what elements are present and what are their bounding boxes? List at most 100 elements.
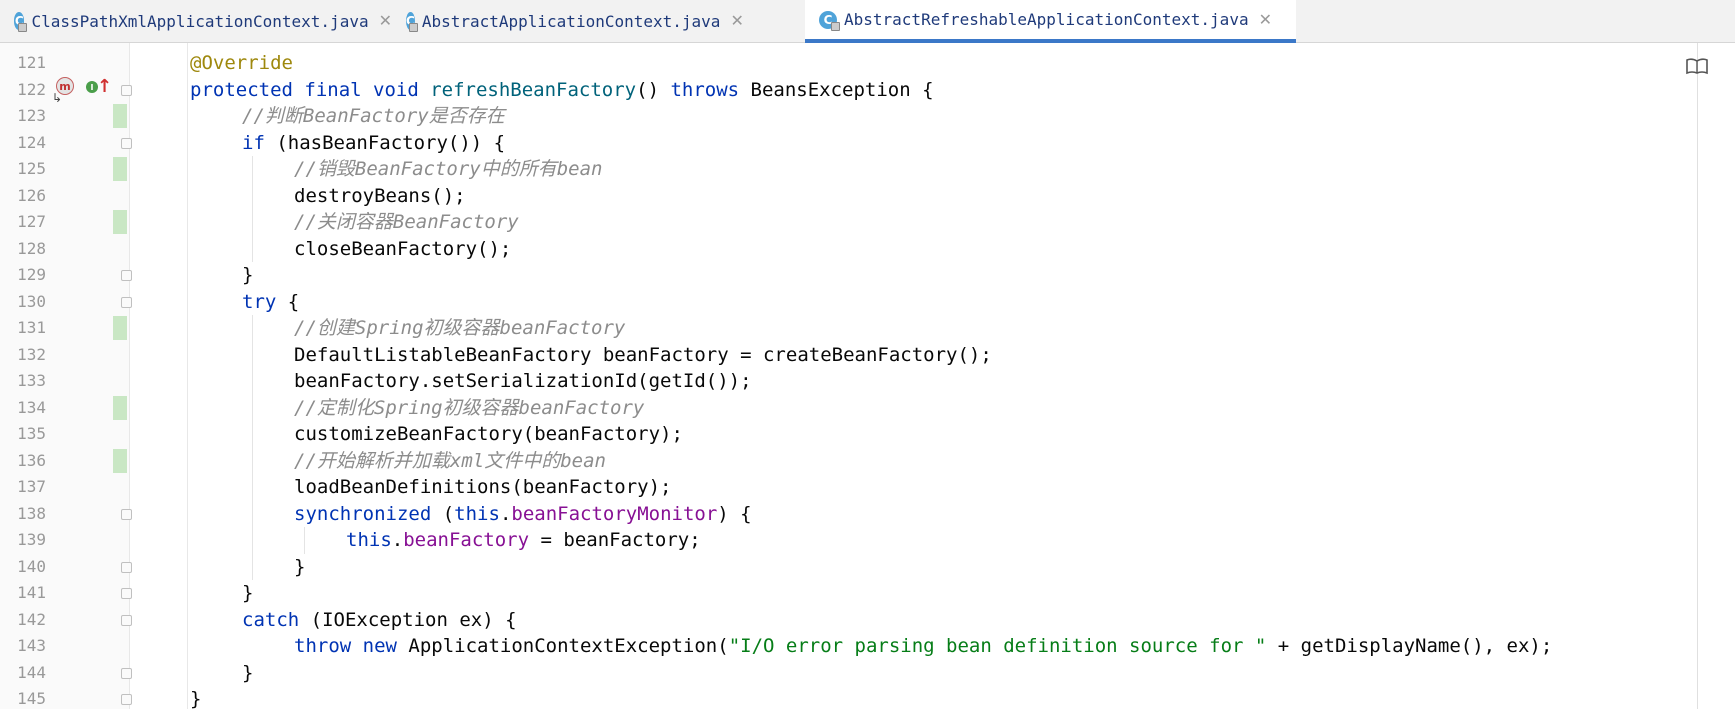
code-line[interactable]: synchronized (this.beanFactoryMonitor) { [294, 501, 752, 527]
line-number: 127 [17, 212, 46, 231]
code-line[interactable]: throw new ApplicationContextException("I… [294, 633, 1552, 659]
code-token: this [346, 529, 392, 551]
code-token: () [636, 78, 671, 101]
tab-label: AbstractApplicationContext.java [421, 11, 721, 31]
code-token: customizeBeanFactory(beanFactory); [294, 423, 683, 445]
code-token: "I/O error parsing bean definition sourc… [728, 635, 1267, 657]
fold-icon[interactable] [121, 667, 132, 679]
tab-classpathxmlapplicationcontext[interactable]: C ClassPathXmlApplicationContext.java ✕ [0, 0, 392, 42]
code-token: loadBeanDefinitions(beanFactory); [294, 476, 672, 498]
vcs-modified-marker[interactable] [113, 104, 127, 128]
vcs-modified-marker[interactable] [113, 157, 127, 181]
code-token: this [454, 502, 500, 525]
code-token: @Override [190, 52, 293, 74]
fold-icon[interactable] [121, 614, 132, 626]
fold-icon[interactable] [121, 588, 132, 599]
go-to-super-icon[interactable]: ↑ [97, 77, 112, 97]
code-line[interactable]: try { [242, 289, 299, 315]
line-number: 128 [17, 238, 46, 258]
code-token: } [242, 264, 254, 286]
fold-icon[interactable] [121, 84, 132, 96]
vcs-modified-marker[interactable] [113, 395, 127, 420]
code-line[interactable]: //定制化Spring初级容器beanFactory [294, 395, 644, 421]
code-token: throws [670, 78, 751, 101]
fold-icon[interactable] [121, 137, 132, 149]
code-line[interactable]: //关闭容器BeanFactory [294, 209, 519, 235]
code-line[interactable]: } [242, 580, 253, 606]
code-token: ) { [717, 502, 752, 525]
fold-icon[interactable] [121, 694, 132, 705]
code-token: = beanFactory; [529, 529, 701, 551]
code-line[interactable]: //创建Spring初级容器beanFactory [294, 315, 625, 341]
book-icon[interactable] [1685, 56, 1709, 76]
line-number: 129 [17, 265, 46, 284]
line-number: 125 [17, 159, 46, 178]
line-number: 141 [17, 583, 46, 602]
code-line[interactable]: DefaultListableBeanFactory beanFactory =… [294, 342, 992, 368]
vcs-modified-marker[interactable] [113, 316, 127, 340]
tab-abstractrefreshableapplicationcontext[interactable]: C AbstractRefreshableApplicationContext.… [805, 0, 1296, 43]
code-token: } [190, 688, 202, 710]
code-token: } [242, 661, 254, 684]
code-line[interactable]: closeBeanFactory(); [294, 236, 511, 262]
code-line[interactable]: } [242, 262, 253, 288]
vcs-modified-marker[interactable] [113, 210, 127, 234]
navigate-arrow-icon: ↳ [52, 91, 63, 105]
code-line[interactable]: } [294, 554, 305, 580]
code-token: destroyBeans(); [294, 184, 466, 207]
code-line[interactable]: catch (IOException ex) { [242, 607, 517, 633]
code-line[interactable]: this.beanFactory = beanFactory; [346, 527, 701, 553]
code-token: DefaultListableBeanFactory beanFactory =… [294, 343, 992, 366]
code-token: (hasBeanFactory()) { [276, 131, 506, 154]
code-token: beanFactory [403, 529, 530, 551]
fold-icon[interactable] [121, 270, 132, 281]
line-number: 136 [17, 450, 46, 470]
line-number: 145 [17, 689, 46, 708]
code-token: . [391, 529, 404, 551]
code-token: //创建Spring初级容器beanFactory [294, 317, 626, 339]
code-line[interactable]: loadBeanDefinitions(beanFactory); [294, 474, 672, 500]
fold-icon[interactable] [121, 561, 132, 573]
code-token: { [287, 290, 300, 313]
vcs-modified-marker[interactable] [113, 448, 127, 473]
code-token: } [242, 582, 254, 604]
close-icon[interactable]: ✕ [730, 13, 743, 29]
code-token: ApplicationContextException( [408, 635, 729, 657]
code-line[interactable]: } [242, 660, 253, 686]
code-line[interactable]: destroyBeans(); [294, 183, 466, 209]
code-line[interactable]: //销毁BeanFactory中的所有bean [294, 156, 602, 182]
indent-guide [187, 43, 188, 709]
line-number: 131 [17, 318, 46, 337]
line-number: 140 [17, 556, 46, 576]
code-line[interactable]: if (hasBeanFactory()) { [242, 130, 505, 156]
code-token: closeBeanFactory(); [294, 237, 512, 260]
line-number: 132 [17, 344, 46, 364]
tab-label: ClassPathXmlApplicationContext.java [31, 11, 369, 31]
code-token: beanFactory.setSerializationId(getId()); [294, 370, 752, 392]
close-icon[interactable]: ✕ [1259, 11, 1272, 28]
code-line[interactable]: @Override [190, 50, 293, 76]
fold-icon[interactable] [121, 508, 132, 520]
close-icon[interactable]: ✕ [379, 13, 392, 29]
code-line[interactable]: customizeBeanFactory(beanFactory); [294, 421, 683, 447]
class-icon: C [819, 10, 840, 31]
code-line[interactable]: //开始解析并加载xml文件中的bean [294, 448, 606, 474]
code-token: . [499, 502, 512, 525]
code-line[interactable]: //判断BeanFactory是否存在 [242, 103, 505, 129]
code-token: //关闭容器BeanFactory [294, 211, 519, 233]
fold-icon[interactable] [121, 296, 132, 308]
line-number: 124 [17, 132, 46, 152]
line-number: 144 [17, 662, 46, 682]
code-token: //开始解析并加载xml文件中的bean [294, 449, 606, 472]
line-number: 134 [17, 397, 46, 417]
code-token: //定制化Spring初级容器beanFactory [294, 396, 645, 419]
code-token: protected final void [190, 78, 431, 101]
code-line[interactable]: } [190, 686, 201, 712]
code-token: throw new [294, 635, 409, 657]
tab-abstractapplicationcontext[interactable]: C AbstractApplicationContext.java ✕ [392, 0, 744, 42]
code-token: try [242, 290, 288, 313]
line-number: 130 [17, 291, 46, 311]
code-line[interactable]: beanFactory.setSerializationId(getId()); [294, 368, 752, 394]
line-number: 139 [17, 530, 46, 549]
code-line[interactable]: protected final void refreshBeanFactory(… [190, 77, 934, 103]
